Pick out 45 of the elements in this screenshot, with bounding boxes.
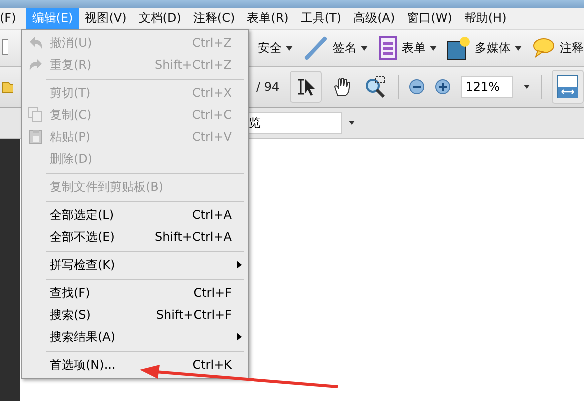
toolbar-button[interactable]: 表单 xyxy=(378,36,437,60)
form-icon xyxy=(378,36,398,60)
caret-icon xyxy=(361,46,368,50)
submenu-arrow-icon xyxy=(237,333,242,341)
menu-item[interactable]: 搜索(S) Shift+Ctrl+F xyxy=(22,304,248,326)
page-count: / 94 xyxy=(256,80,280,94)
folder-icon[interactable] xyxy=(2,80,13,94)
menu-bar-item[interactable]: 高级(A) xyxy=(348,8,402,29)
paste-icon xyxy=(28,129,44,145)
menu-bar-item[interactable]: (F) xyxy=(0,8,22,29)
menu-bar-item[interactable]: 工具(T) xyxy=(294,8,348,29)
caret-icon xyxy=(515,46,522,50)
menu-item[interactable]: 全部选定(L) Ctrl+A xyxy=(22,204,248,226)
menu-bar-item[interactable]: 注释(C) xyxy=(187,8,242,29)
zoom-in-icon[interactable] xyxy=(434,79,451,95)
menu-bar-item[interactable]: 视图(V) xyxy=(79,8,133,29)
select-tool-button[interactable] xyxy=(290,71,322,103)
copy-icon xyxy=(28,107,44,123)
toolbar-button[interactable]: 安全 xyxy=(258,40,293,56)
menu-item[interactable]: 查找(F) Ctrl+F xyxy=(22,282,248,304)
caret-icon xyxy=(430,46,437,50)
menu-item[interactable]: 拼写检查(K) xyxy=(22,254,248,276)
toolbar-button[interactable]: 签名 xyxy=(303,35,368,61)
zoom-icon[interactable] xyxy=(364,75,388,99)
toolbar-button[interactable]: 注释 xyxy=(532,37,584,59)
menu-bar-item[interactable]: 表单(R) xyxy=(241,8,295,29)
menu-bar-item[interactable]: 文档(D) xyxy=(132,8,188,29)
zoom-field[interactable]: 121% xyxy=(460,76,513,98)
dropdown-icon[interactable] xyxy=(523,84,531,90)
menu-item[interactable]: 全部不选(E) Shift+Ctrl+A xyxy=(22,226,248,248)
caret-icon xyxy=(286,46,293,50)
undo-icon xyxy=(28,36,44,50)
menu-item[interactable]: 首选项(N)... Ctrl+K xyxy=(22,354,248,376)
redo-icon xyxy=(28,58,44,72)
toolbar-button[interactable]: 多媒体 xyxy=(447,35,522,61)
pen-icon xyxy=(303,35,329,61)
fit-width-button[interactable] xyxy=(552,70,584,104)
dropdown-icon[interactable] xyxy=(348,120,356,126)
zoom-out-icon[interactable] xyxy=(408,79,425,95)
menu-item[interactable]: 搜索结果(A) xyxy=(22,326,248,348)
menu-bar-item[interactable]: 帮助(H) xyxy=(458,8,513,29)
speech-bubble-icon xyxy=(532,37,556,59)
menu-bar-item[interactable]: 窗口(W) xyxy=(401,8,458,29)
submenu-arrow-icon xyxy=(237,261,242,269)
find-field[interactable]: 览 xyxy=(246,112,342,134)
